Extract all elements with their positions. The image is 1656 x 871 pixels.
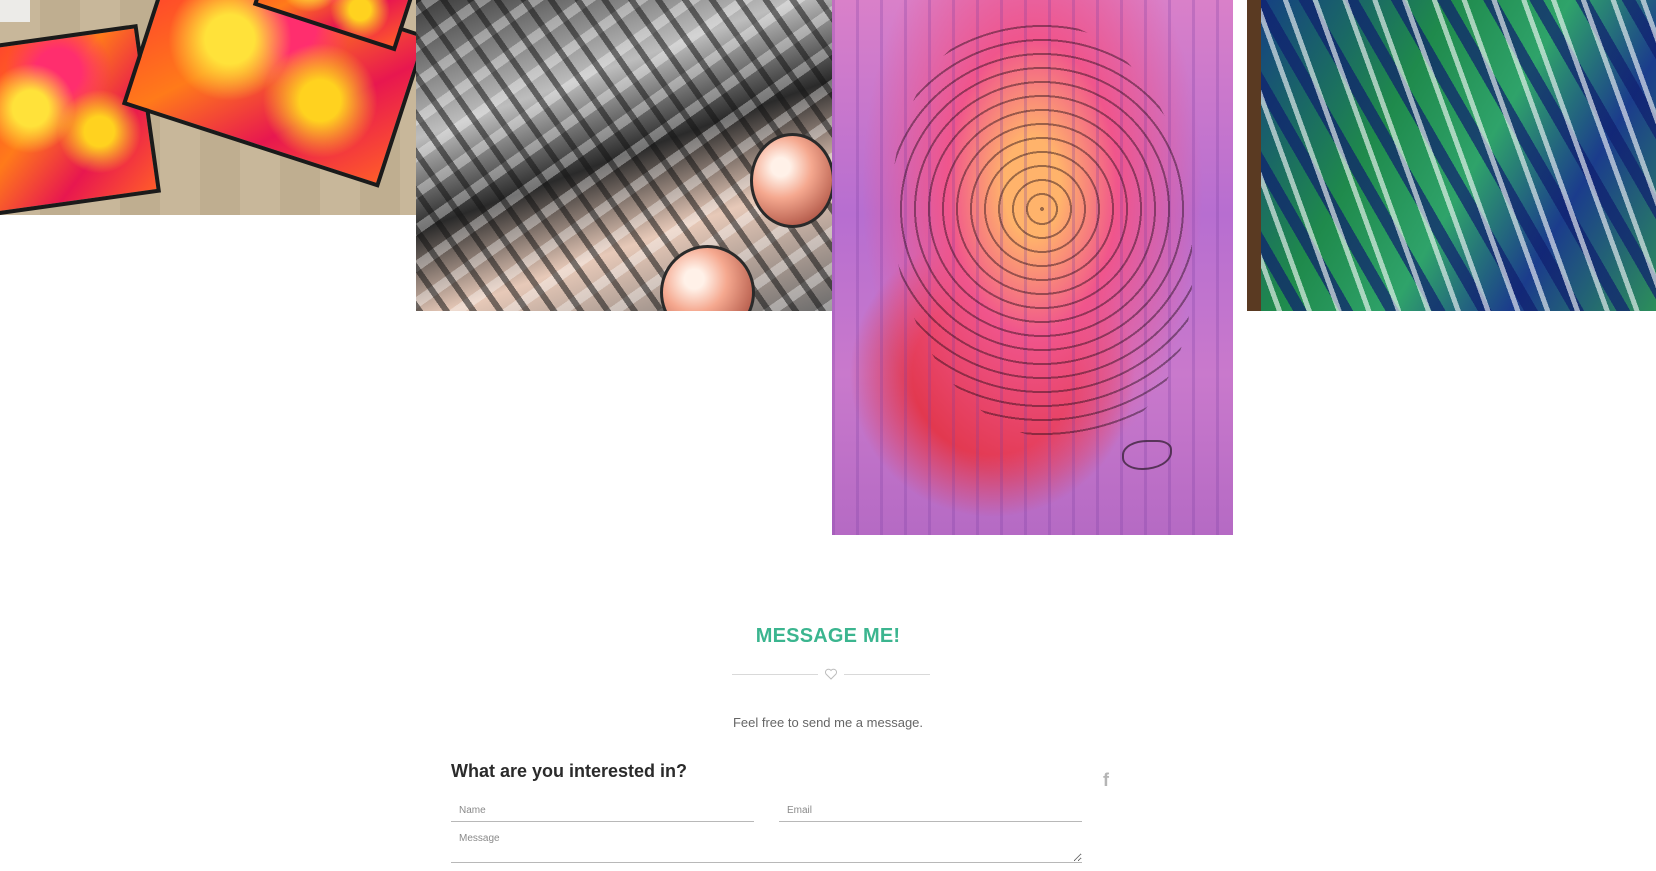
gallery-image-fiery-canvases[interactable]: [0, 0, 416, 215]
section-subtitle: Feel free to send me a message.: [732, 715, 924, 730]
gallery-image-green-brush[interactable]: [1247, 0, 1656, 311]
frame-edge: [1247, 0, 1261, 311]
divider-line: [844, 674, 930, 675]
heart-icon: [824, 668, 838, 680]
divider-line: [732, 674, 818, 675]
painted-canvas: [0, 23, 162, 215]
email-field[interactable]: [779, 800, 1082, 822]
image-background-detail: [0, 0, 30, 22]
facebook-icon[interactable]: f: [1098, 770, 1114, 790]
artwork-gallery: [0, 0, 1656, 540]
name-field[interactable]: [451, 800, 754, 822]
artist-signature: [1122, 440, 1172, 470]
ink-drawing: [892, 20, 1192, 440]
form-heading: What are you interested in?: [451, 761, 688, 781]
painted-sphere: [660, 245, 755, 311]
gallery-image-purple-ink[interactable]: [832, 0, 1233, 535]
gallery-image-grey-spheres[interactable]: [416, 0, 832, 311]
title-divider: [732, 665, 930, 685]
section-title: MESSAGE ME!: [755, 625, 901, 647]
painted-sphere: [750, 133, 832, 228]
message-field[interactable]: [451, 829, 1082, 863]
